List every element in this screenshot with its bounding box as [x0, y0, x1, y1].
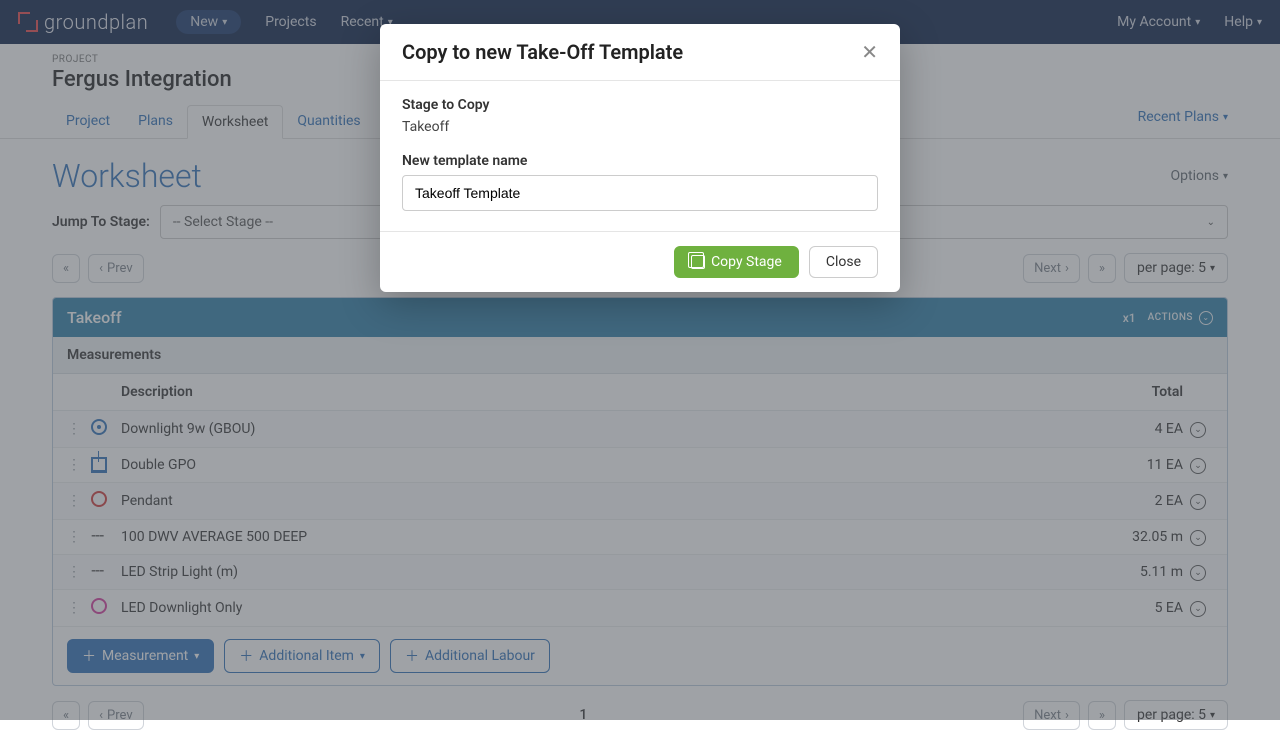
- copy-icon: [691, 255, 705, 269]
- template-name-input[interactable]: [402, 175, 878, 211]
- template-name-label: New template name: [402, 153, 878, 169]
- copy-stage-button[interactable]: Copy Stage: [674, 246, 799, 278]
- stage-to-copy-label: Stage to Copy: [402, 97, 878, 113]
- modal-title: Copy to new Take-Off Template: [402, 40, 861, 64]
- modal-close-button[interactable]: ✕: [861, 40, 878, 64]
- stage-to-copy-value: Takeoff: [402, 119, 878, 135]
- close-button[interactable]: Close: [809, 246, 878, 278]
- modal-overlay[interactable]: Copy to new Take-Off Template ✕ Stage to…: [0, 0, 1280, 720]
- close-icon: ✕: [861, 40, 878, 64]
- copy-template-modal: Copy to new Take-Off Template ✕ Stage to…: [380, 24, 900, 292]
